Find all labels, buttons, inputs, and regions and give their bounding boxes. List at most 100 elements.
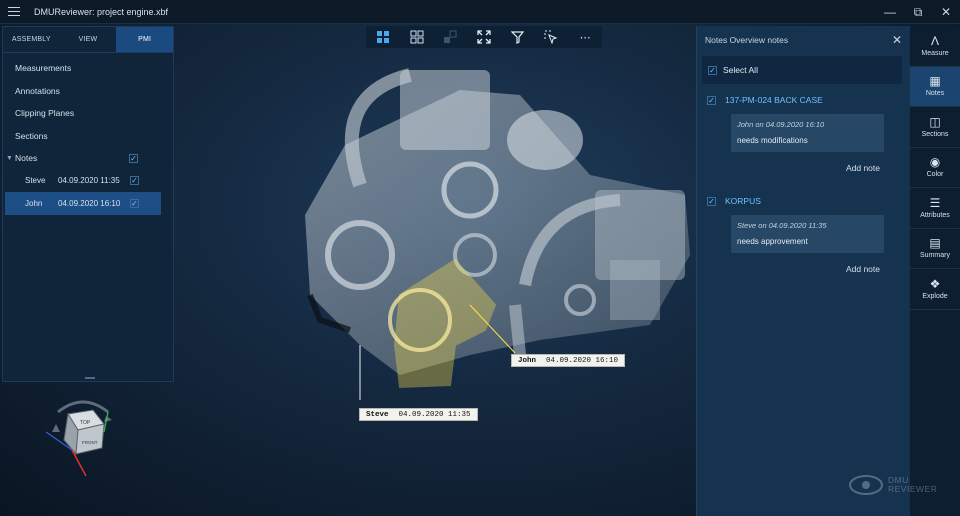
notes-checkbox[interactable]: ✓ (129, 153, 138, 163)
summary-icon: ▤ (929, 236, 941, 251)
sidebar-item-measure[interactable]: Λ Measure (910, 26, 960, 67)
callout-steve[interactable]: Steve 04.09.2020 11:35 (359, 408, 478, 421)
note-group-korpus[interactable]: ✓ KORPUS (697, 191, 910, 211)
select-all-label: Select All (723, 65, 758, 75)
navcube-front-label: FRONT (82, 440, 98, 445)
measure-icon: Λ (930, 33, 939, 48)
part-checkbox[interactable]: ✓ (707, 95, 716, 105)
fit-view-icon[interactable] (475, 28, 493, 46)
sidebar-item-label: Explode (922, 292, 948, 300)
notes-overview-header: Notes Overview notes ✕ (697, 26, 910, 54)
note-on: on (755, 120, 764, 129)
callout-author: Steve (366, 410, 389, 419)
select-icon[interactable] (542, 28, 560, 46)
note-meta: John on 04.09.2020 16:10 (737, 120, 878, 129)
note-text: needs approvement (737, 237, 808, 246)
note-date: 04.09.2020 16:10 (765, 120, 825, 129)
notes-overview-title: Notes Overview notes (705, 35, 789, 45)
add-note-button[interactable]: Add note (697, 163, 910, 179)
pmi-item-label: Sections (15, 130, 48, 141)
sidebar-item-notes[interactable]: ▦ Notes (910, 66, 960, 107)
pmi-item-measurements[interactable]: Measurements (3, 57, 173, 80)
part-name: KORPUS (725, 196, 761, 206)
sidebar-item-label: Sections (921, 130, 949, 138)
note-date: 04.09.2020 11:35 (58, 176, 120, 186)
note-checkbox[interactable]: ✓ (130, 198, 139, 208)
window-title: DMUReviewer: project engine.xbf (34, 6, 169, 17)
pmi-item-label: Measurements (15, 63, 72, 74)
note-meta: Steve on 04.09.2020 11:35 (737, 221, 878, 230)
tab-pmi[interactable]: PMI (116, 27, 174, 52)
select-all-checkbox[interactable]: ✓ (708, 65, 717, 75)
pmi-item-annotations[interactable]: Annotations (3, 80, 173, 103)
pmi-item-label: Annotations (15, 85, 60, 96)
sections-icon: ◫ (929, 114, 941, 129)
title-bar: DMUReviewer: project engine.xbf — ⧉ ✕ (0, 0, 960, 24)
sidebar-item-label: Summary (920, 252, 950, 260)
note-author: Steve (25, 176, 46, 186)
layout-grid-icon[interactable] (374, 28, 392, 46)
palette-icon: ◉ (929, 155, 941, 170)
note-author: John (25, 198, 43, 208)
sidebar-item-explode[interactable]: ❖ Explode (910, 269, 960, 310)
note-on: on (758, 221, 767, 230)
note-date: 04.09.2020 16:10 (58, 198, 121, 208)
notes-overview-panel: Notes Overview notes ✕ ✓ Select All ✓ 13… (696, 26, 910, 516)
pmi-list: Measurements Annotations Clipping Planes… (3, 53, 173, 215)
logo-icon (849, 475, 883, 495)
app-logo: DMU REVIEWER (848, 474, 937, 496)
window-controls: — ⧉ ✕ (876, 0, 960, 24)
note-row-steve[interactable]: Steve 04.09.2020 11:35 ✓ (3, 170, 173, 193)
pmi-panel: ASSEMBLY VIEW PMI Measurements Annotatio… (2, 26, 174, 382)
more-icon[interactable]: ⋯ (576, 28, 594, 46)
notes-icon: ▦ (929, 74, 941, 89)
viewport-toolbar: ⋯ (366, 26, 602, 48)
note-card[interactable]: Steve on 04.09.2020 11:35 needs approvem… (731, 215, 884, 253)
note-group-back-case[interactable]: ✓ 137-PM-024 BACK CASE (697, 90, 910, 110)
note-author: Steve (737, 221, 757, 230)
minimize-icon[interactable]: — (876, 0, 904, 24)
pmi-item-clipping-planes[interactable]: Clipping Planes (3, 102, 173, 125)
sidebar-item-attributes[interactable]: ☰ Attributes (910, 188, 960, 229)
filter-icon[interactable] (509, 28, 527, 46)
sidebar-item-label: Color (926, 171, 944, 179)
restore-icon[interactable]: ⧉ (904, 0, 932, 24)
panel-resize-handle[interactable] (85, 377, 95, 379)
callout-date: 04.09.2020 11:35 (398, 410, 471, 419)
caret-down-icon[interactable]: ▼ (6, 155, 13, 162)
right-toolbar: Λ Measure ▦ Notes ◫ Sections ◉ Color ☰ A… (910, 26, 960, 516)
sidebar-item-summary[interactable]: ▤ Summary (910, 229, 960, 269)
menu-icon[interactable] (2, 0, 26, 24)
note-row-john[interactable]: John 04.09.2020 16:10 ✓ (5, 192, 161, 215)
navigation-cube[interactable]: TOP FRONT (38, 392, 128, 478)
part-checkbox[interactable]: ✓ (707, 196, 716, 206)
close-icon[interactable]: ✕ (932, 0, 960, 24)
layout-quad-icon[interactable] (408, 28, 426, 46)
pmi-item-label: Clipping Planes (15, 108, 75, 119)
logo-text: DMU REVIEWER (888, 476, 937, 494)
callout-john[interactable]: John 04.09.2020 16:10 (511, 354, 626, 367)
tab-view[interactable]: VIEW (60, 27, 117, 52)
panel-tabs: ASSEMBLY VIEW PMI (3, 27, 174, 53)
pmi-item-label: Notes (15, 153, 38, 164)
note-checkbox[interactable]: ✓ (130, 176, 139, 186)
part-name: 137-PM-024 BACK CASE (725, 95, 823, 105)
sidebar-item-label: Notes (925, 90, 945, 98)
callout-author: John (518, 356, 537, 365)
sidebar-item-color[interactable]: ◉ Color (910, 148, 960, 188)
sidebar-item-label: Measure (921, 49, 949, 57)
sidebar-item-label: Attributes (920, 211, 950, 219)
tab-assembly[interactable]: ASSEMBLY (3, 27, 60, 52)
pmi-item-sections[interactable]: Sections (3, 125, 173, 148)
layout-single-icon[interactable] (441, 28, 459, 46)
pmi-item-notes[interactable]: ▼ Notes ✓ (3, 147, 173, 170)
sidebar-item-sections[interactable]: ◫ Sections (910, 107, 960, 148)
note-card[interactable]: John on 04.09.2020 16:10 needs modificat… (731, 114, 884, 152)
navcube-top-label: TOP (80, 420, 91, 426)
select-all-row[interactable]: ✓ Select All (702, 56, 902, 84)
note-author: John (737, 120, 754, 129)
close-icon[interactable]: ✕ (892, 33, 902, 47)
engine-model[interactable] (290, 55, 700, 400)
note-text: needs modifications (737, 136, 808, 145)
add-note-button[interactable]: Add note (697, 264, 910, 280)
